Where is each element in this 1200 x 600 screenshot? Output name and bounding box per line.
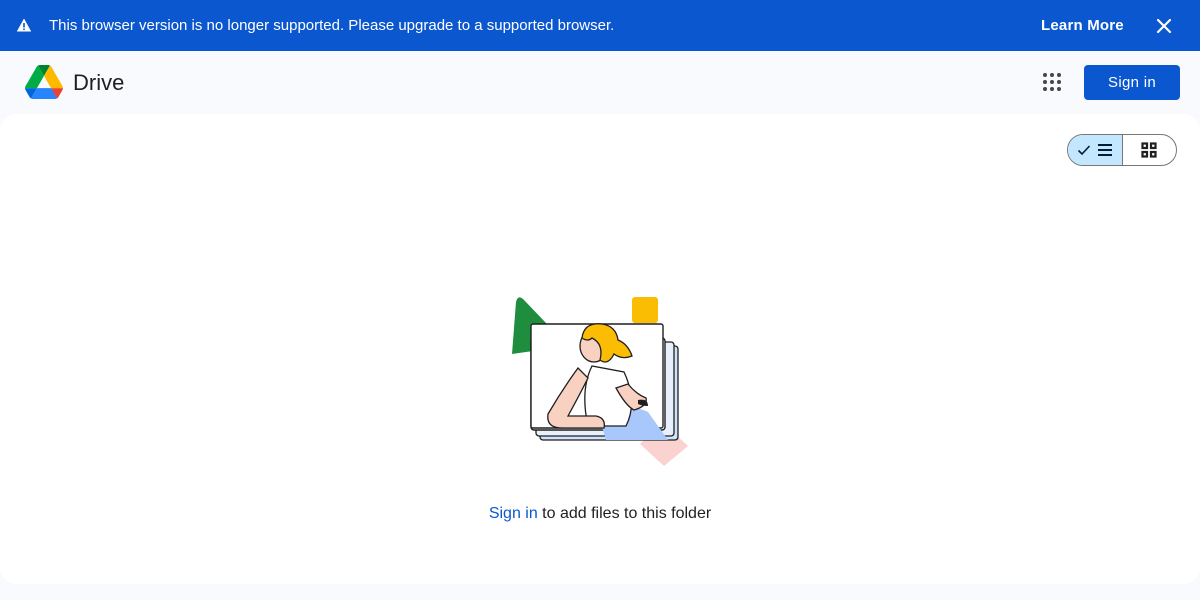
empty-state-message: Sign in to add files to this folder (0, 503, 1200, 525)
banner-message: This browser version is no longer suppor… (49, 17, 615, 34)
empty-folder-illustration (512, 297, 688, 466)
sign-in-button[interactable]: Sign in (1084, 65, 1180, 100)
grid-view-icon (1141, 142, 1157, 158)
view-toggle (1067, 134, 1177, 166)
main-content: Sign in to add files to this folder (0, 114, 1200, 584)
app-header: Drive Sign in (0, 51, 1200, 113)
list-view-button[interactable] (1068, 135, 1123, 165)
product-name: Drive (73, 70, 125, 95)
grid-view-button[interactable] (1123, 135, 1177, 165)
check-icon (1077, 145, 1090, 156)
illustration-square (632, 297, 658, 323)
warning-icon (16, 18, 32, 32)
learn-more-link[interactable]: Learn More (1041, 16, 1124, 36)
unsupported-browser-banner: This browser version is no longer suppor… (0, 0, 1200, 51)
close-icon[interactable] (1152, 14, 1176, 38)
list-view-icon (1097, 144, 1112, 156)
empty-state-text: to add files to this folder (537, 505, 712, 522)
apps-grid-icon[interactable] (1040, 70, 1064, 94)
drive-logo[interactable] (25, 65, 63, 99)
sign-in-link[interactable]: Sign in (489, 505, 538, 522)
